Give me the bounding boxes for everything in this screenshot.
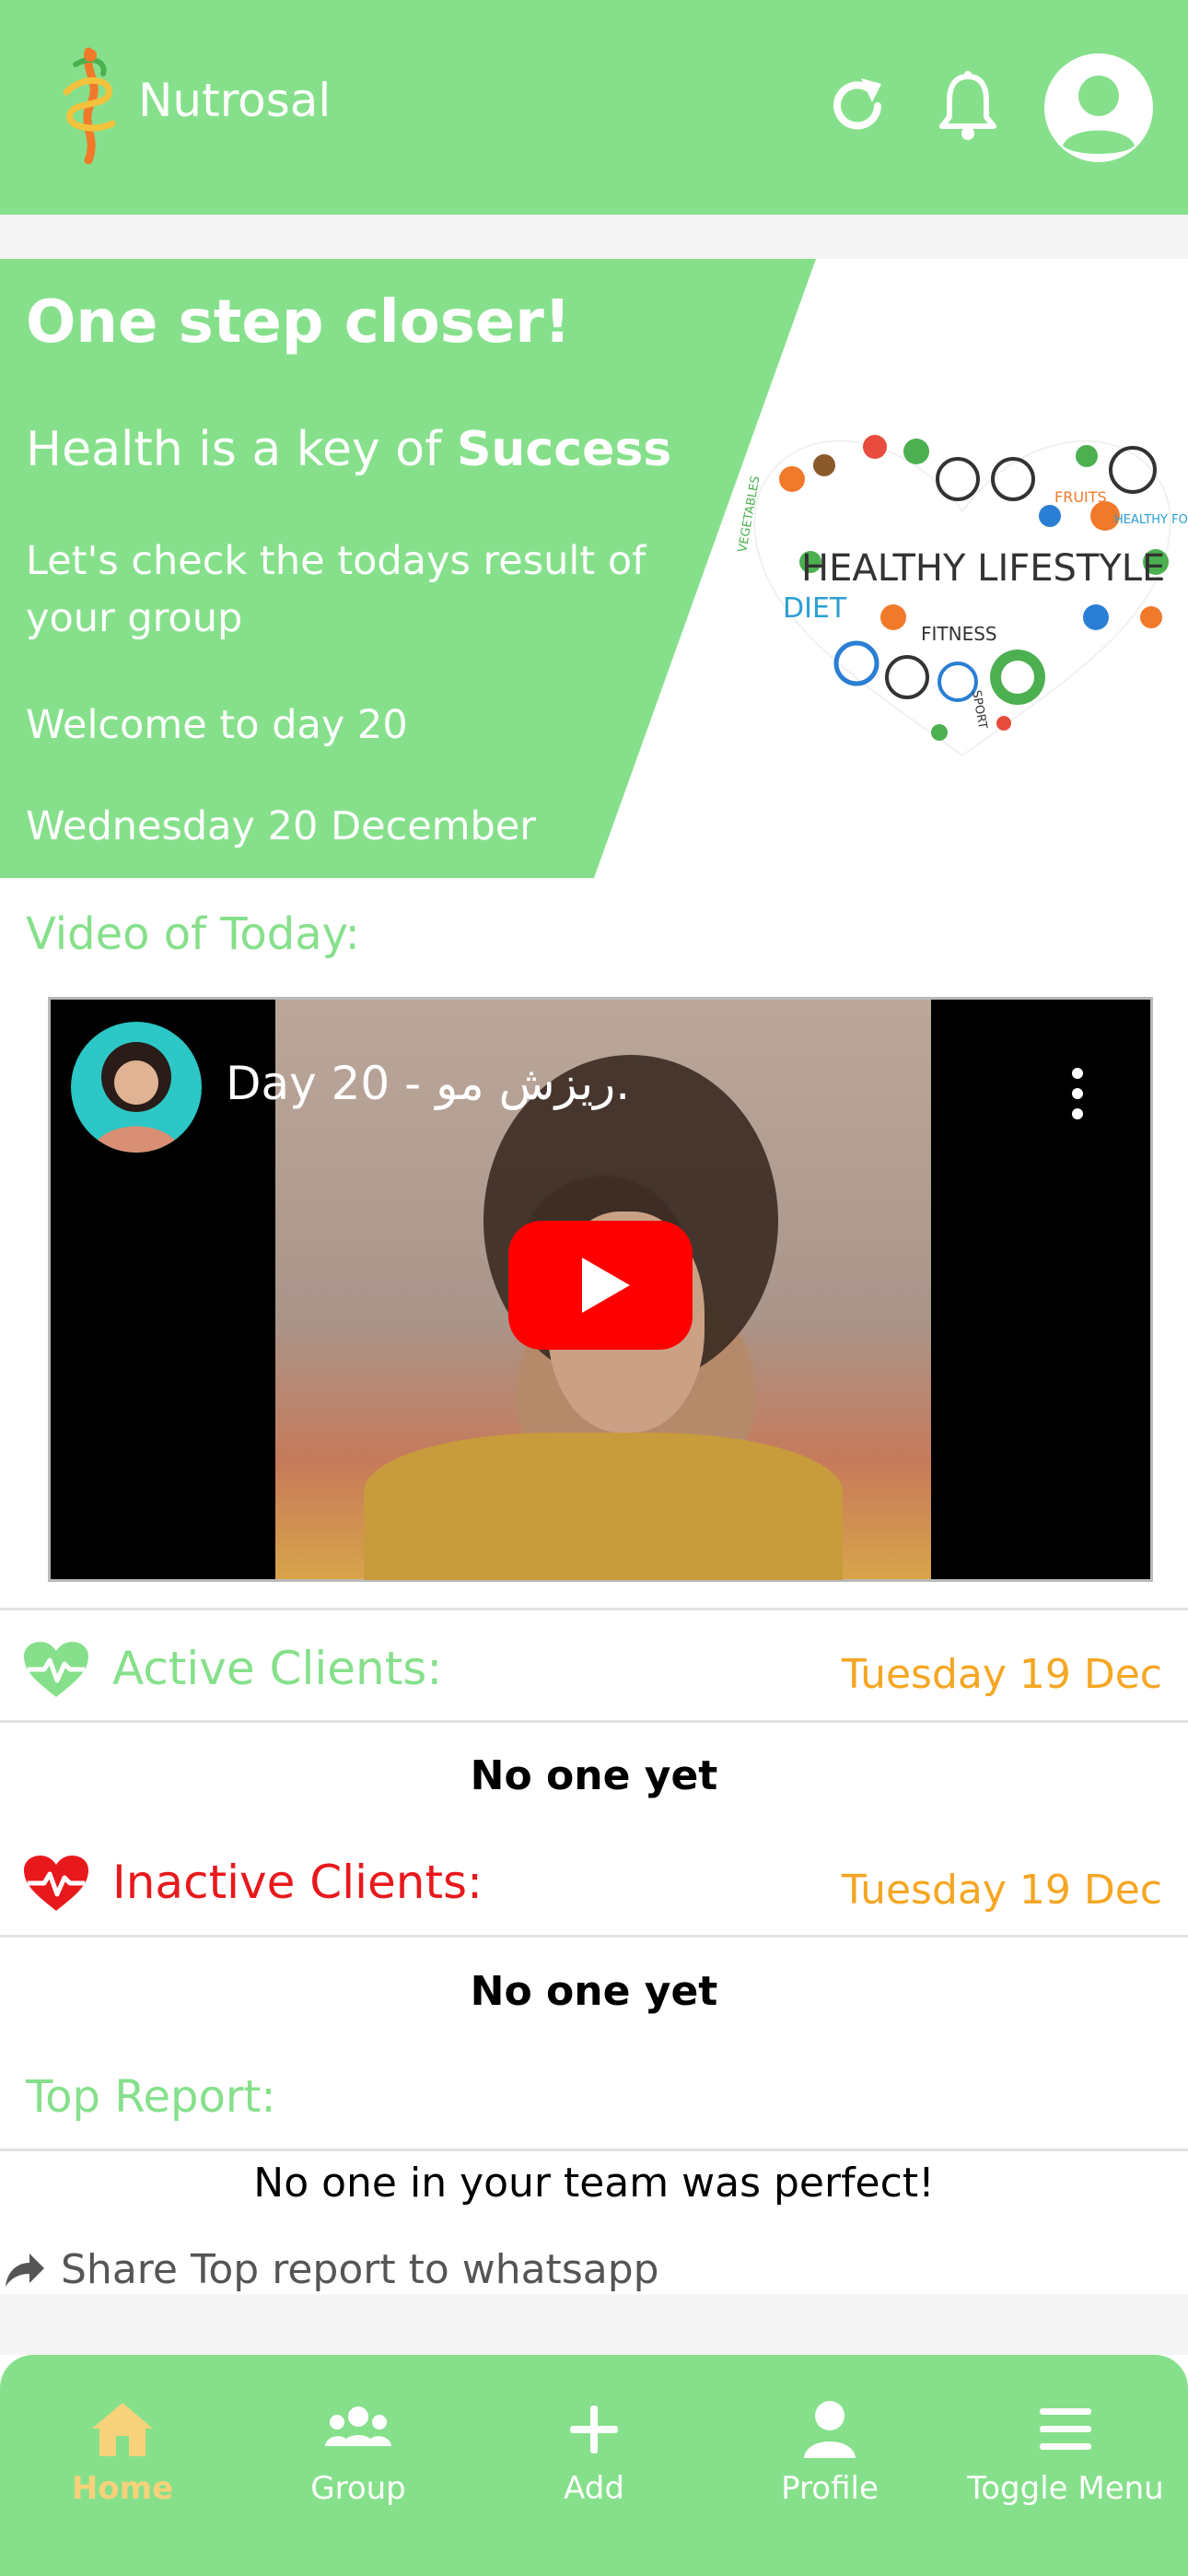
user-icon	[793, 2397, 867, 2462]
hero-day-text: Welcome to day 20	[26, 702, 408, 748]
divider	[0, 1608, 1188, 1610]
user-circle-icon	[1063, 76, 1135, 154]
header-spacer	[0, 215, 1188, 259]
hero-subtitle-bold: Success	[456, 422, 672, 477]
plus-icon	[557, 2397, 631, 2462]
refresh-icon	[833, 78, 881, 130]
nav-toggle-menu-label: Toggle Menu	[967, 2470, 1164, 2507]
heart-vegetables-text: VEGETABLES	[737, 475, 763, 554]
top-report-title: Top Report:	[26, 2071, 276, 2123]
users-icon	[321, 2397, 395, 2462]
healthy-lifestyle-heart-image: HEALTHY LIFESTYLE DIET FITNESS FRUITS HE…	[737, 435, 1188, 757]
footer-spacer	[0, 2294, 1188, 2355]
app-logo	[63, 47, 116, 164]
heart-healthy-food-text: HEALTHY FOOD	[1114, 513, 1188, 527]
share-whatsapp-link[interactable]: Share Top report to whatsapp	[2, 2242, 659, 2298]
hero-subtitle: Health is a key of Success	[26, 426, 671, 474]
inactive-clients-title: Inactive Clients:	[112, 1856, 483, 1909]
nav-group[interactable]: Group	[239, 2355, 477, 2576]
hero-subtitle-prefix: Health is a key of	[26, 422, 457, 477]
bottom-navigation: Home Group Add Profile Toggle Menu	[0, 2355, 1188, 2576]
heart-fitness-text: FITNESS	[921, 623, 997, 645]
hero-date-text: Wednesday 20 December	[26, 803, 536, 849]
channel-avatar-image	[91, 1042, 181, 1153]
refresh-button[interactable]	[816, 64, 899, 147]
active-clients-date: Tuesday 19 Dec	[841, 1651, 1162, 1698]
nav-toggle-menu[interactable]: Toggle Menu	[947, 2355, 1184, 2576]
heartbeat-icon	[24, 1856, 88, 1911]
divider	[0, 2149, 1188, 2151]
active-clients-empty: No one yet	[470, 1752, 718, 1799]
heart-main-text: HEALTHY LIFESTYLE	[801, 547, 1165, 590]
hamburger-icon	[1029, 2397, 1102, 2462]
inactive-clients-date: Tuesday 19 Dec	[841, 1867, 1162, 1914]
nav-profile-label: Profile	[781, 2470, 879, 2507]
hero-title: One step closer!	[26, 288, 571, 357]
heart-fruits-text: FRUITS	[1054, 488, 1107, 506]
active-clients-title: Active Clients:	[112, 1642, 443, 1695]
nav-home[interactable]: Home	[4, 2355, 241, 2576]
video-player[interactable]: Day 20 - ریزش مو.	[48, 997, 1153, 1582]
notifications-button[interactable]	[926, 64, 1009, 147]
nav-profile[interactable]: Profile	[711, 2355, 949, 2576]
heart-diet-text: DIET	[783, 592, 847, 625]
divider	[0, 1935, 1188, 1938]
hero-cta-text: Let's check the todays result of your gr…	[26, 538, 646, 642]
video-section-title: Video of Today:	[26, 908, 360, 960]
inactive-clients-empty: No one yet	[470, 1968, 718, 2015]
heart-sport-text: SPORT	[969, 689, 989, 730]
app-title: Nutrosal	[138, 74, 332, 127]
share-whatsapp-label: Share Top report to whatsapp	[61, 2246, 659, 2293]
top-report-message: No one in your team was perfect!	[253, 2160, 935, 2207]
account-avatar-button[interactable]	[1044, 53, 1153, 162]
nav-add-label: Add	[564, 2470, 624, 2507]
home-icon	[86, 2397, 159, 2462]
nav-add[interactable]: Add	[475, 2355, 713, 2576]
heartbeat-icon	[24, 1642, 88, 1697]
nav-home-label: Home	[71, 2470, 174, 2507]
divider	[0, 1720, 1188, 1723]
video-title[interactable]: Day 20 - ریزش مو.	[226, 1060, 630, 1107]
kebab-icon[interactable]	[1064, 1066, 1091, 1121]
bell-icon	[939, 71, 996, 140]
play-icon[interactable]	[508, 1221, 693, 1350]
nav-group-label: Group	[310, 2470, 406, 2507]
channel-avatar[interactable]	[71, 1022, 202, 1153]
thumbnail-scarf	[364, 1433, 843, 1580]
share-arrow-icon	[6, 2254, 44, 2287]
